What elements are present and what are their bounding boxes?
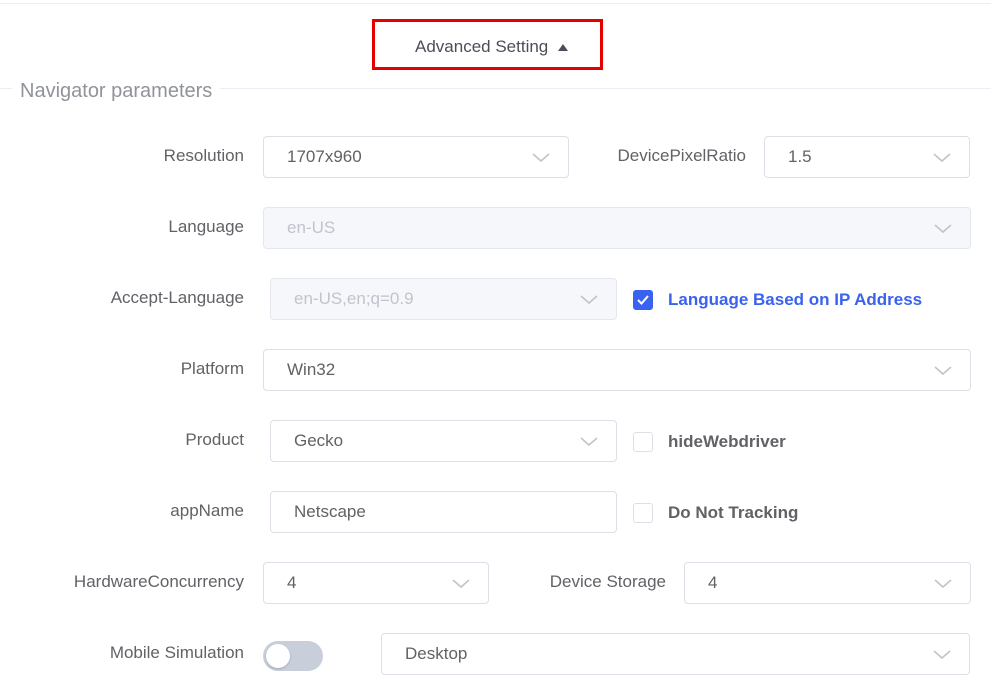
hide-webdriver-checkbox[interactable] [633, 432, 653, 452]
app-name-value: Netscape [294, 502, 366, 521]
accept-language-select[interactable]: en-US,en;q=0.9 [270, 278, 617, 320]
switch-knob [266, 644, 290, 668]
accept-language-value: en-US,en;q=0.9 [294, 289, 414, 308]
do-not-tracking-checkbox[interactable] [633, 503, 653, 523]
chevron-down-icon [532, 153, 550, 163]
device-pixel-ratio-select[interactable]: 1.5 [764, 136, 970, 178]
language-select[interactable]: en-US [263, 207, 971, 249]
chevron-down-icon [934, 579, 952, 589]
device-pixel-ratio-label: DevicePixelRatio [617, 146, 747, 165]
language-ip-checkbox[interactable] [633, 290, 653, 310]
chevron-down-icon [933, 650, 951, 660]
advanced-setting-label: Advanced Setting [415, 37, 549, 56]
hide-webdriver-label[interactable]: hideWebdriver [668, 432, 786, 452]
mobile-simulation-label: Mobile Simulation [109, 643, 244, 662]
product-select[interactable]: Gecko [270, 420, 617, 462]
platform-value: Win32 [287, 360, 336, 379]
device-storage-label: Device Storage [549, 572, 666, 591]
language-value: en-US [287, 218, 336, 237]
language-ip-label[interactable]: Language Based on IP Address [668, 290, 922, 310]
advanced-setting-toggle[interactable]: Advanced Setting [415, 35, 569, 59]
device-mode-value: Desktop [405, 644, 468, 663]
chevron-down-icon [580, 295, 598, 305]
hardware-concurrency-select[interactable]: 4 [263, 562, 489, 604]
chevron-down-icon [934, 366, 952, 376]
product-label: Product [185, 430, 244, 449]
app-name-label: appName [170, 501, 244, 520]
chevron-down-icon [934, 224, 952, 234]
platform-label: Platform [180, 359, 244, 378]
do-not-tracking-label[interactable]: Do Not Tracking [668, 503, 798, 523]
chevron-down-icon [933, 153, 951, 163]
hardware-concurrency-label: HardwareConcurrency [73, 572, 244, 591]
language-label: Language [168, 217, 244, 236]
device-storage-select[interactable]: 4 [684, 562, 971, 604]
section-title: Navigator parameters [12, 80, 221, 103]
chevron-down-icon [580, 437, 598, 447]
device-mode-select[interactable]: Desktop [381, 633, 970, 675]
hardware-concurrency-value: 4 [287, 573, 297, 592]
resolution-select[interactable]: 1707x960 [263, 136, 569, 178]
chevron-down-icon [452, 579, 470, 589]
resolution-label: Resolution [163, 146, 244, 165]
top-divider [0, 3, 991, 4]
check-icon [637, 295, 649, 305]
mobile-simulation-switch[interactable] [263, 641, 323, 671]
accept-language-label: Accept-Language [110, 288, 244, 307]
device-storage-value: 4 [708, 573, 718, 592]
caret-up-icon [558, 43, 569, 51]
app-name-input[interactable]: Netscape [270, 491, 617, 533]
platform-select[interactable]: Win32 [263, 349, 971, 391]
resolution-value: 1707x960 [287, 147, 362, 166]
device-pixel-ratio-value: 1.5 [788, 147, 812, 166]
product-value: Gecko [294, 431, 344, 450]
